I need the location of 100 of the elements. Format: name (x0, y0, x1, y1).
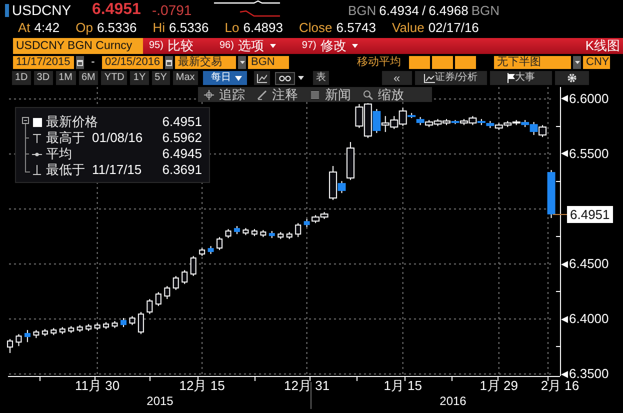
range-button[interactable]: YTD (101, 71, 128, 85)
ask-price: 6.4968 (428, 2, 468, 18)
bid-price: 6.4934 (379, 2, 419, 18)
moving-average-label: 移动平均 (357, 56, 401, 69)
legend-label: 最低于 (46, 162, 85, 178)
axis-label: 12月 31 (283, 378, 331, 393)
legend-label: 平均 (46, 146, 72, 162)
stat-value: 02/17/16 (428, 20, 479, 36)
frequency-dropdown[interactable]: 每日 (202, 71, 247, 85)
range-button[interactable]: 1Y (130, 71, 149, 85)
last-price-label: 6.4951 (567, 206, 613, 223)
menu-button[interactable]: 95) 比较 (143, 39, 200, 53)
chart-type-label: K线图 (585, 39, 621, 53)
range-button[interactable]: 6M (78, 71, 98, 85)
menu-button[interactable]: 96) 选项 (213, 39, 282, 53)
source-field[interactable]: BGN (248, 56, 289, 69)
tick-pointer-icon (561, 150, 568, 158)
axis-label: 1月 15 (382, 378, 424, 393)
tick-pointer-icon (561, 95, 568, 102)
legend-value: 6.3691 (162, 162, 202, 178)
axis-label: 6.4500 (569, 256, 609, 272)
table-button[interactable]: 表 (312, 71, 329, 85)
chart-style-button[interactable] (254, 71, 270, 85)
stat-label: Op (76, 20, 93, 36)
axis-label: 12月 15 (178, 378, 226, 393)
legend-label: 最高于 (46, 130, 85, 146)
toolbar-button[interactable]: 追踪 (204, 86, 245, 104)
date-separator: - (90, 56, 96, 69)
stat-value: 6.5743 (336, 20, 376, 36)
toolbar-button[interactable]: 缩放 (363, 86, 404, 104)
ticker-symbol: USDCNY (12, 2, 72, 18)
range-button[interactable]: 1M (56, 71, 76, 85)
bar-style-icon (278, 74, 291, 82)
low-marker-icon (32, 164, 43, 176)
events-button[interactable]: 大事 (490, 71, 552, 85)
stat-label: Lo (224, 20, 240, 36)
legend-date: 11/17/15 (92, 162, 142, 178)
calendar-icon (166, 60, 172, 66)
lower-chart-dropdown[interactable]: 无下半图 (494, 56, 571, 69)
legend-label: 最新价格 (46, 114, 98, 130)
axis-label: 6.5500 (569, 146, 609, 162)
toolbar-button[interactable]: 新闻 (310, 86, 351, 104)
menu-button[interactable]: 97) 修改 (296, 39, 364, 53)
quote-source: BGN (471, 2, 500, 18)
calendar-button[interactable] (165, 56, 173, 69)
start-date-field[interactable]: 11/17/2015 (13, 56, 74, 69)
calendar-button[interactable] (76, 56, 84, 69)
moving-average-field[interactable] (409, 56, 430, 69)
caret-icon (298, 76, 304, 80)
moving-average-field[interactable] (432, 56, 453, 69)
moving-average-field[interactable] (455, 56, 476, 69)
last-price: 6.4951 (92, 1, 142, 19)
year-label: 2016 (438, 394, 468, 408)
year-label: 2015 (146, 394, 174, 408)
range-button[interactable]: Max (172, 71, 198, 85)
chart-icon (424, 74, 435, 82)
candlestick (120, 318, 126, 328)
axis-label: 1月 29 (478, 378, 520, 393)
caret-icon (240, 61, 244, 64)
dropdown-button[interactable] (573, 56, 581, 69)
square-icon (32, 116, 43, 128)
flag-icon (506, 73, 515, 83)
range-button[interactable]: 5Y (152, 71, 170, 85)
candlestick (295, 222, 302, 238)
toolbar-button[interactable]: 注释 (257, 86, 298, 104)
security-field[interactable]: USDCNY BGN Curncy (13, 38, 143, 54)
range-button[interactable]: 3D (34, 71, 53, 85)
stat-label: Close (299, 20, 332, 36)
line-chart-icon (256, 74, 267, 82)
stat-label: Value (392, 20, 424, 36)
candlestick (182, 270, 188, 285)
list-icon (310, 90, 320, 100)
candlestick (216, 236, 223, 251)
bar-style-dropdown[interactable] (274, 72, 295, 84)
axis-label: 11月 30 (74, 378, 121, 393)
search-icon (363, 90, 373, 100)
candlestick (172, 276, 179, 290)
end-date-field[interactable]: 02/15/2016 (102, 56, 163, 69)
settings-button[interactable] (554, 71, 589, 85)
currency-field[interactable]: CNY (583, 56, 610, 69)
caret-icon (574, 61, 580, 64)
candlestick (16, 334, 22, 347)
back-button[interactable]: « (382, 71, 412, 85)
stat-value: 6.4893 (243, 20, 283, 36)
axis-label: 6.4000 (569, 311, 609, 327)
price-type-dropdown[interactable]: 最新交易 (175, 56, 236, 69)
candlestick (7, 338, 14, 354)
crosshair-icon (204, 90, 214, 100)
analysis-button[interactable]: 证券/分析 (414, 71, 487, 85)
caret-icon (234, 76, 242, 80)
candlestick (146, 298, 153, 315)
range-button[interactable]: 1D (12, 71, 31, 85)
stat-value: 6.5336 (169, 20, 209, 36)
quote-source: BGN (348, 2, 376, 18)
price-separator: / (422, 2, 426, 18)
selection-marker (5, 4, 9, 16)
candlestick (225, 228, 232, 239)
dropdown-button[interactable] (238, 56, 246, 69)
stat-value: 6.5336 (96, 20, 137, 36)
tick-pointer-icon (561, 370, 568, 378)
